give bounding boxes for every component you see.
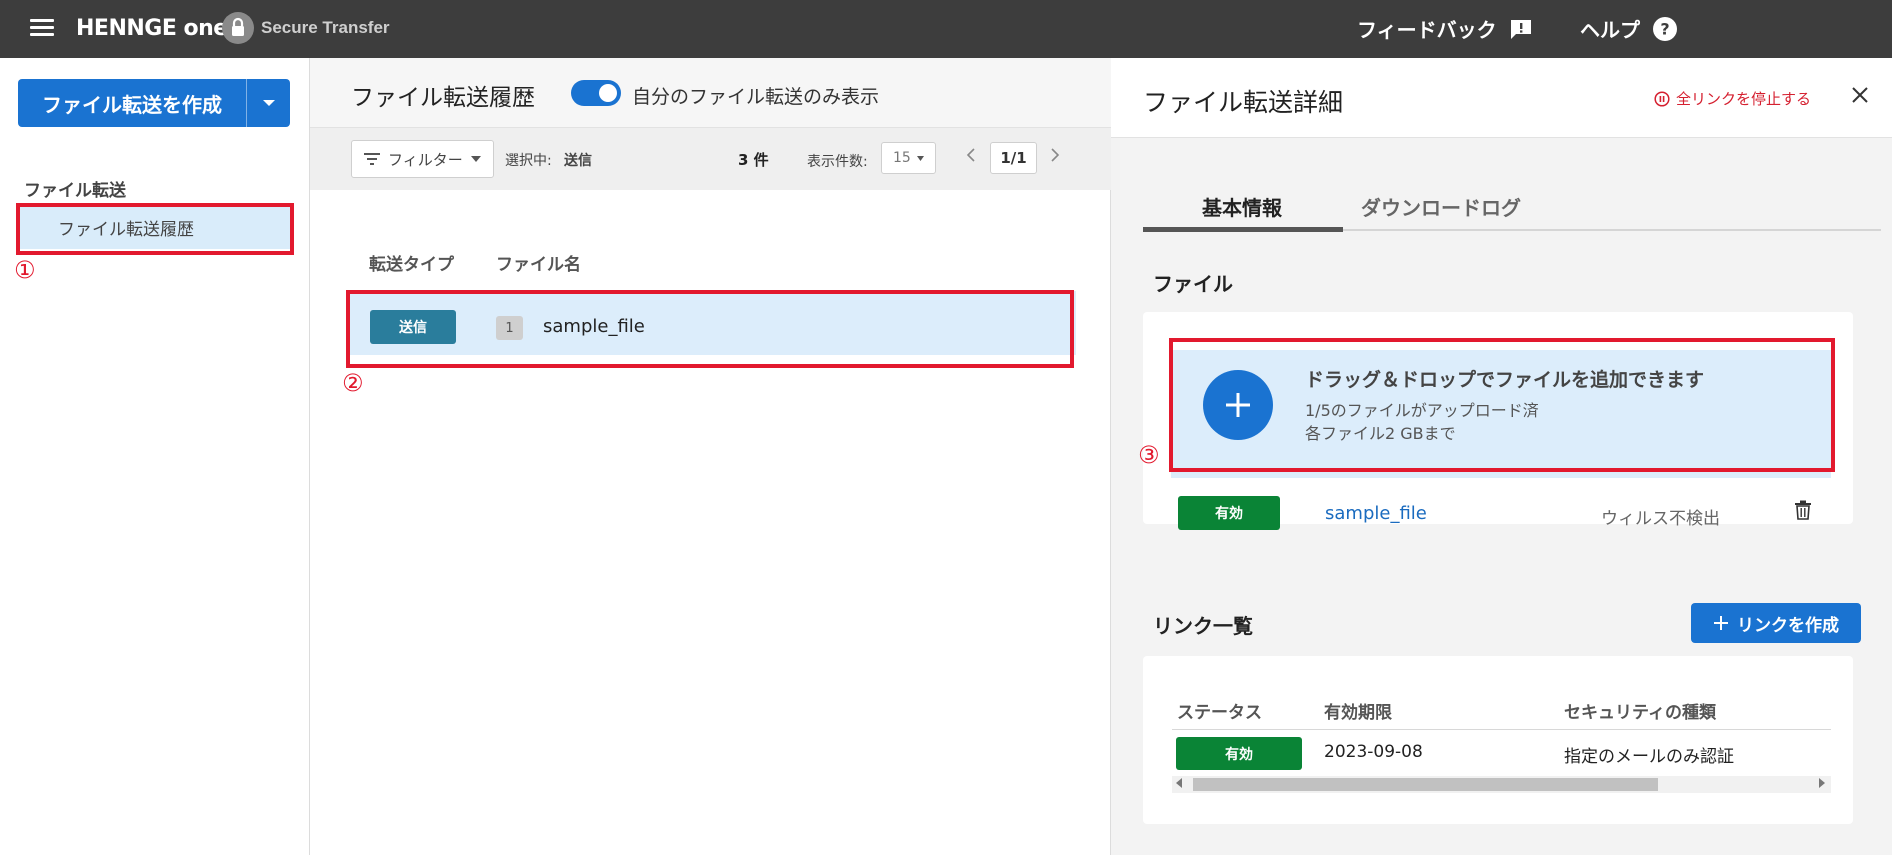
hamburger-menu-icon[interactable] <box>30 19 54 39</box>
annotation-box-1 <box>16 203 294 255</box>
page-indicator: 1/1 <box>990 142 1037 174</box>
create-link-button[interactable]: リンクを作成 <box>1691 603 1861 643</box>
create-link-label: リンクを作成 <box>1737 615 1839 636</box>
secure-transfer-icon <box>222 12 254 44</box>
scroll-right-arrow-icon[interactable] <box>1819 778 1825 788</box>
caret-down-icon <box>262 100 275 106</box>
tab-basic-info[interactable]: 基本情報 <box>1202 192 1282 221</box>
create-transfer-split-button: ファイル転送を作成 <box>18 79 290 127</box>
per-page-value: 15 <box>893 150 911 166</box>
feedback-icon <box>1509 17 1533 41</box>
file-status-badge: 有効 <box>1178 496 1280 530</box>
annotation-box-2 <box>346 290 1074 368</box>
annotation-step-3: ③ <box>1138 441 1160 469</box>
caret-down-icon <box>470 156 481 162</box>
selected-filter-label: 選択中: <box>505 153 552 169</box>
tab-download-log[interactable]: ダウンロードログ <box>1361 192 1521 221</box>
selected-filter-value: 送信 <box>564 153 592 169</box>
annotation-step-2: ② <box>342 369 364 397</box>
sidebar-section-title: ファイル転送 <box>24 181 126 201</box>
henngeone-logo[interactable]: HENNGE one <box>76 16 228 41</box>
link-status-badge: 有効 <box>1176 737 1302 770</box>
svg-text:?: ? <box>1660 19 1669 38</box>
product-name: Secure Transfer <box>261 18 390 37</box>
links-section-title: リンク一覧 <box>1153 614 1253 638</box>
transfer-history-pane: ファイル転送履歴 自分のファイル転送のみ表示 フィルター 選択中: 送信 3 件… <box>310 58 1111 855</box>
create-transfer-button[interactable]: ファイル転送を作成 <box>18 79 247 127</box>
stop-all-links-label: 全リンクを停止する <box>1676 90 1812 108</box>
feedback-button[interactable]: フィードバック <box>1357 14 1533 43</box>
files-section-title: ファイル <box>1153 272 1233 296</box>
trash-icon[interactable] <box>1794 500 1812 520</box>
only-mine-toggle-label: 自分のファイル転送のみ表示 <box>632 86 880 108</box>
annotation-box-3 <box>1169 338 1835 472</box>
create-transfer-dropdown-toggle[interactable] <box>247 79 290 127</box>
stop-all-links-button[interactable]: 全リンクを停止する <box>1654 88 1811 109</box>
tab-active-indicator <box>1143 227 1343 232</box>
scrollbar-thumb[interactable] <box>1193 778 1658 791</box>
column-header-file-name[interactable]: ファイル名 <box>496 250 581 275</box>
history-title: ファイル転送履歴 <box>351 85 535 111</box>
per-page-select[interactable]: 15 <box>881 142 936 174</box>
close-icon[interactable] <box>1851 86 1869 104</box>
pause-circle-icon <box>1654 90 1670 107</box>
detail-header: ファイル転送詳細 全リンクを停止する <box>1111 58 1892 138</box>
history-toolbar: フィルター 選択中: 送信 3 件 表示件数: 15 1/1 <box>310 128 1111 190</box>
annotation-step-1: ① <box>14 256 36 284</box>
help-button[interactable]: ヘルプ ? <box>1580 14 1678 43</box>
help-label: ヘルプ <box>1580 18 1640 42</box>
filter-button[interactable]: フィルター <box>351 140 494 178</box>
prev-page-chevron-icon[interactable] <box>966 148 975 162</box>
filter-label: フィルター <box>388 150 463 169</box>
table-header-divider <box>1172 729 1831 730</box>
column-header-status: ステータス <box>1177 703 1262 723</box>
result-count: 3 件 <box>738 151 769 169</box>
virus-scan-status: ウィルス不検出 <box>1601 509 1720 529</box>
plus-icon <box>1714 616 1728 630</box>
next-page-chevron-icon[interactable] <box>1051 148 1060 162</box>
detail-title: ファイル転送詳細 <box>1143 88 1344 117</box>
column-header-security: セキュリティの種類 <box>1564 703 1716 723</box>
top-bar: HENNGE one Secure Transfer フィードバック ヘルプ ? <box>0 0 1892 58</box>
filter-icon <box>364 153 380 165</box>
column-header-expires: 有効期限 <box>1324 703 1392 723</box>
scroll-left-arrow-icon[interactable] <box>1176 778 1182 788</box>
per-page-label: 表示件数: <box>807 154 868 170</box>
file-name-link[interactable]: sample_file <box>1325 503 1427 524</box>
caret-down-icon <box>916 155 924 161</box>
link-expiry-date: 2023-09-08 <box>1324 742 1423 762</box>
column-header-transfer-type[interactable]: 転送タイプ <box>369 250 454 275</box>
feedback-label: フィードバック <box>1357 18 1497 42</box>
history-header: ファイル転送履歴 自分のファイル転送のみ表示 <box>310 58 1111 128</box>
link-security-type: 指定のメールのみ認証 <box>1564 747 1734 767</box>
sidebar: ファイル転送を作成 ファイル転送 ファイル転送履歴 <box>0 58 310 855</box>
only-mine-toggle[interactable] <box>571 80 621 106</box>
help-icon: ? <box>1652 16 1678 42</box>
